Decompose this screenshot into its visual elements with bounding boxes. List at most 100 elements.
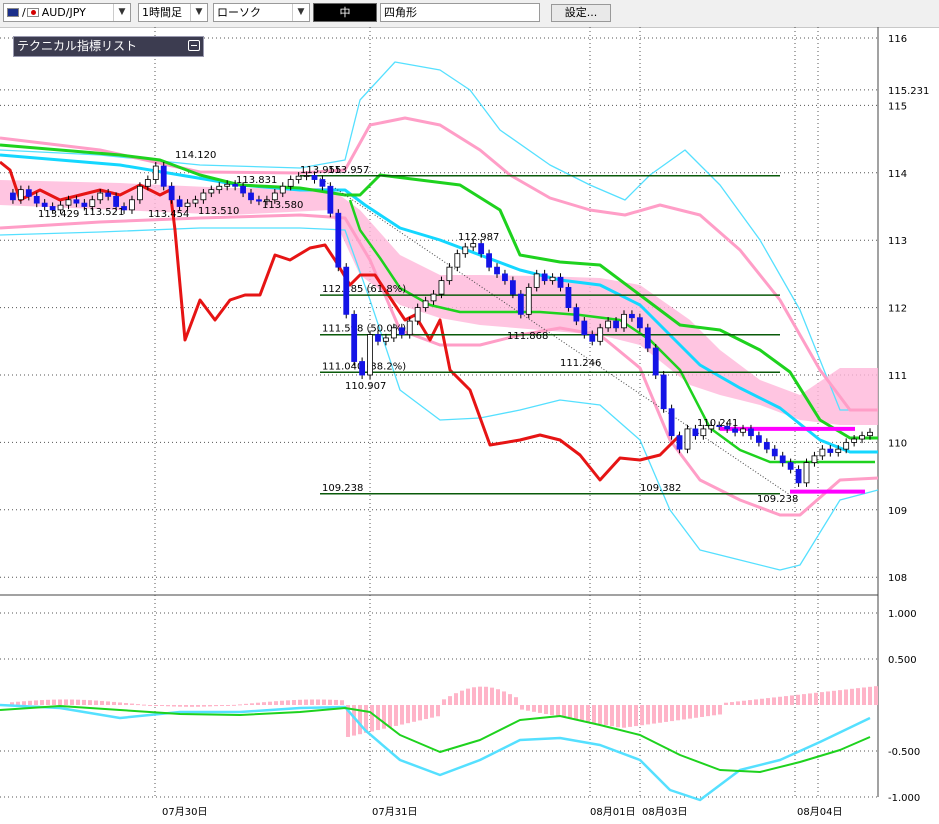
bb-upper-2sigma bbox=[0, 61, 878, 411]
candle bbox=[684, 428, 691, 450]
candle bbox=[494, 266, 500, 275]
macd-bar bbox=[226, 705, 230, 706]
shape-select[interactable]: 四角形 bbox=[380, 3, 540, 22]
macd-bar bbox=[304, 699, 308, 705]
macd-bar bbox=[154, 705, 158, 706]
macd-bar bbox=[514, 697, 518, 705]
macd-bar bbox=[292, 700, 296, 705]
candle bbox=[41, 202, 48, 207]
macd-bar bbox=[124, 703, 128, 705]
macd-bar bbox=[424, 705, 428, 720]
macd-bar bbox=[652, 705, 656, 724]
candle bbox=[200, 192, 207, 201]
candle bbox=[176, 199, 183, 207]
macd-bar bbox=[478, 686, 482, 705]
settings-label: 設定... bbox=[564, 6, 598, 19]
macd-bar bbox=[286, 700, 290, 705]
macd-bar bbox=[460, 690, 464, 705]
macd-bar bbox=[472, 687, 476, 705]
macd-tick-label: 1.000 bbox=[888, 609, 917, 620]
candle bbox=[375, 334, 381, 342]
price-annotation: 111.868 bbox=[507, 331, 548, 342]
candle bbox=[557, 276, 564, 288]
macd-bar bbox=[16, 701, 20, 705]
macd-bar bbox=[400, 705, 404, 725]
chart-type-select[interactable]: ローソク ▼ bbox=[213, 3, 310, 22]
candle bbox=[398, 327, 405, 335]
australia-flag-icon bbox=[7, 8, 19, 17]
macd-bar bbox=[202, 705, 206, 707]
macd-bar bbox=[808, 693, 812, 705]
macd-bar bbox=[544, 705, 548, 715]
candle bbox=[184, 202, 191, 207]
macd-bar bbox=[796, 694, 800, 705]
macd-bar bbox=[76, 699, 80, 705]
macd-bar bbox=[640, 705, 644, 726]
candle bbox=[629, 313, 635, 319]
toolbar: / AUD/JPY ▼ 1時間足 ▼ ローソク ▼ 中 四角形 設定... bbox=[0, 0, 939, 28]
candle bbox=[295, 175, 302, 180]
macd-bar bbox=[106, 701, 110, 705]
candle bbox=[740, 428, 746, 433]
candle bbox=[137, 185, 143, 201]
y-tick-label: 115 bbox=[888, 101, 907, 112]
candle bbox=[351, 313, 358, 362]
settings-button[interactable]: 設定... bbox=[551, 4, 611, 22]
line-width-select[interactable]: 中 bbox=[313, 3, 377, 22]
macd-bar bbox=[664, 705, 668, 722]
candle bbox=[430, 293, 437, 302]
macd-bar bbox=[40, 700, 44, 705]
macd-bar bbox=[616, 705, 620, 728]
symbol-select[interactable]: / AUD/JPY ▼ bbox=[3, 3, 131, 22]
macd-bar bbox=[70, 699, 74, 705]
macd-bar bbox=[88, 700, 92, 705]
indicator-list-panel[interactable]: テクニカル指標リスト bbox=[13, 36, 204, 57]
candle bbox=[208, 189, 215, 194]
candle bbox=[152, 165, 159, 180]
macd-bar bbox=[322, 699, 326, 705]
chart-area[interactable]: 116 115 114 113 112 111 110 109 108 115.231 112.18… bbox=[0, 27, 939, 824]
macd-bar bbox=[766, 698, 770, 705]
candle bbox=[105, 192, 112, 197]
candle bbox=[533, 273, 540, 288]
candle bbox=[851, 438, 858, 443]
macd-bar bbox=[382, 705, 386, 729]
candle bbox=[390, 327, 397, 339]
price-annotation: 114.120 bbox=[175, 150, 216, 161]
macd-bar bbox=[118, 702, 122, 705]
macd-bar bbox=[634, 705, 638, 727]
macd-bar bbox=[328, 699, 332, 705]
macd-bar bbox=[340, 700, 344, 705]
macd-bar bbox=[316, 699, 320, 705]
price-annotation: 113.454 bbox=[148, 209, 189, 220]
candle bbox=[216, 185, 223, 191]
macd-bar bbox=[538, 705, 542, 713]
macd-bar bbox=[214, 705, 218, 707]
y-tick-label: 109 bbox=[888, 506, 907, 517]
current-price-label: 115.231 bbox=[888, 86, 929, 97]
y-tick-label: 111 bbox=[888, 371, 907, 382]
macd-bar bbox=[268, 701, 272, 705]
macd-bar bbox=[856, 688, 860, 705]
macd-bar bbox=[790, 695, 794, 705]
macd-bar bbox=[592, 705, 596, 723]
candle bbox=[525, 286, 532, 315]
macd-bar bbox=[412, 705, 416, 722]
chart-type-label: ローソク bbox=[217, 6, 261, 19]
macd-bar bbox=[868, 686, 872, 705]
candle bbox=[787, 462, 794, 470]
candle bbox=[589, 334, 596, 342]
macd-bar bbox=[94, 700, 98, 705]
candle bbox=[327, 185, 334, 214]
minimize-icon[interactable] bbox=[188, 40, 200, 51]
macd-bar bbox=[430, 705, 434, 718]
price-annotation: 113.831 bbox=[236, 175, 277, 186]
macd-bar bbox=[850, 688, 854, 705]
macd-bar bbox=[490, 687, 494, 705]
y-tick-label: 112 bbox=[888, 304, 907, 315]
candle bbox=[613, 320, 619, 329]
timeframe-select[interactable]: 1時間足 ▼ bbox=[138, 3, 208, 22]
macd-bar bbox=[694, 705, 698, 718]
candle bbox=[541, 273, 548, 282]
x-tick-label: 08月04日 bbox=[797, 806, 842, 818]
